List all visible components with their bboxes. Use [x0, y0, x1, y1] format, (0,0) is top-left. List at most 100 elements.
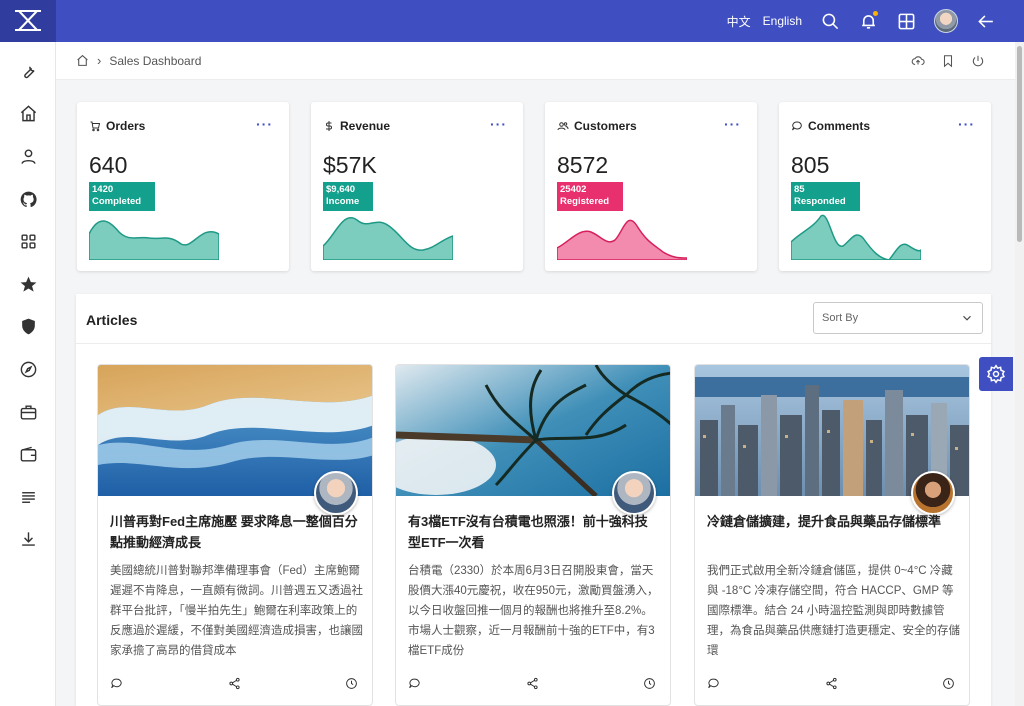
share-icon[interactable]	[825, 677, 838, 690]
chevron-right-icon: ›	[97, 53, 102, 68]
wallet-icon	[20, 446, 36, 462]
comment-icon	[792, 121, 802, 131]
sidebar-item-favorites[interactable]	[0, 263, 56, 306]
stat-card-comments: Comments ··· 805 85 Responded	[779, 102, 991, 271]
scrollbar-thumb[interactable]	[1017, 46, 1022, 242]
stat-badge: 85 Responded	[791, 182, 860, 211]
bookmark-icon[interactable]	[941, 54, 955, 68]
more-options-icon[interactable]: ···	[724, 116, 741, 132]
clock-icon[interactable]	[643, 677, 656, 690]
cart-icon	[90, 121, 101, 132]
stat-value: 640	[89, 152, 128, 178]
author-avatar[interactable]	[612, 471, 656, 515]
sparkline-chart	[89, 220, 219, 260]
article-excerpt: 美國總統川普對聯邦準備理事會（Fed）主席鮑爾遲遲不肯降息，一直頗有微詞。川普週…	[110, 565, 363, 657]
comment-icon[interactable]	[707, 677, 720, 690]
sidebar-item-apps[interactable]	[0, 220, 56, 263]
badge-label: Responded	[794, 196, 846, 207]
stat-card-customers: Customers ··· 8572 25402 Registered	[545, 102, 757, 271]
badge-label: Completed	[92, 196, 142, 207]
more-options-icon[interactable]: ···	[958, 116, 975, 132]
article-title[interactable]: 川普再對Fed主席施壓 要求降息一整個百分點推動經濟成長	[110, 511, 360, 553]
sidebar-item-github[interactable]	[0, 178, 56, 221]
gear-icon	[987, 364, 1005, 384]
sidebar-item-explore[interactable]	[0, 348, 56, 391]
stat-label: Revenue	[340, 119, 391, 133]
search-icon[interactable]	[820, 11, 840, 31]
more-options-icon[interactable]: ···	[490, 116, 507, 132]
article-title[interactable]: 冷鏈倉儲擴建，提升食品與藥品存儲標準	[707, 511, 957, 532]
star-icon	[20, 276, 36, 292]
logo[interactable]	[0, 0, 56, 42]
home-icon[interactable]	[76, 54, 89, 67]
comment-icon[interactable]	[110, 677, 123, 690]
article-title[interactable]: 有3檔ETF沒有台積電也照漲！前十強科技型ETF一次看	[408, 511, 658, 553]
language-zh[interactable]: 中文	[727, 13, 751, 30]
sidebar-item-wallet[interactable]	[0, 433, 56, 476]
badge-label: Income	[326, 196, 360, 207]
more-options-icon[interactable]: ···	[256, 116, 273, 132]
article-excerpt: 台積電（2330）於本周6月3日召開股東會，當天股價大漲40元慶祝，收在950元…	[408, 565, 659, 657]
badge-value: $9,640	[326, 184, 356, 195]
cloud-upload-icon[interactable]	[911, 54, 925, 68]
logo-icon	[15, 10, 41, 31]
user-avatar[interactable]	[934, 9, 958, 33]
stat-badge: $9,640 Income	[323, 182, 374, 211]
github-icon	[20, 191, 37, 207]
sparkline-chart	[323, 217, 453, 260]
clock-icon[interactable]	[345, 677, 358, 690]
sort-select[interactable]: Sort By	[813, 302, 983, 334]
home-icon	[20, 105, 36, 122]
sidebar	[0, 42, 56, 706]
articles-panel: Articles Sort By 川普再對Fed主席施壓 要求降息一整個百分點推…	[76, 294, 991, 706]
notification-bell-icon[interactable]	[858, 11, 878, 31]
list-icon	[21, 491, 35, 503]
sidebar-item-briefcase[interactable]	[0, 391, 56, 434]
language-en[interactable]: English	[763, 14, 802, 28]
author-avatar[interactable]	[314, 471, 358, 515]
sidebar-item-home[interactable]	[0, 93, 56, 136]
stat-card-orders: Orders ··· 640 1420 Completed	[77, 102, 289, 271]
compass-icon	[20, 361, 36, 378]
top-bar: 中文 English	[0, 0, 1024, 42]
article-excerpt: 我們正式啟用全新冷鏈倉儲區，提供 0~4°C 冷藏與 -18°C 冷凍存儲空間，…	[707, 565, 960, 657]
clock-icon[interactable]	[942, 677, 955, 690]
stat-card-revenue: Revenue ··· $57K $9,640 Income	[311, 102, 523, 271]
chevron-down-icon	[963, 315, 971, 321]
share-icon[interactable]	[526, 677, 539, 690]
stat-label: Comments	[808, 119, 871, 133]
sidebar-item-user[interactable]	[0, 135, 56, 178]
articles-title: Articles	[86, 312, 138, 328]
sidebar-item-tools[interactable]	[0, 50, 56, 93]
badge-value: 1420	[92, 184, 114, 195]
sidebar-item-security[interactable]	[0, 306, 56, 349]
grid-icon	[20, 234, 36, 249]
grid-apps-icon[interactable]	[896, 11, 916, 31]
settings-button[interactable]	[979, 357, 1013, 391]
sidebar-item-download[interactable]	[0, 519, 56, 562]
power-icon[interactable]	[971, 54, 985, 68]
sidebar-item-list[interactable]	[0, 476, 56, 519]
comment-icon[interactable]	[408, 677, 421, 690]
user-icon	[20, 149, 36, 164]
article-card[interactable]: 川普再對Fed主席施壓 要求降息一整個百分點推動經濟成長 美國總統川普對聯邦準備…	[97, 364, 373, 706]
notification-dot	[873, 11, 878, 16]
badge-value: 25402	[560, 184, 587, 195]
badge-value: 85	[794, 184, 805, 195]
article-card[interactable]: 冷鏈倉儲擴建，提升食品與藥品存儲標準 我們正式啟用全新冷鏈倉儲區，提供 0~4°…	[694, 364, 970, 706]
breadcrumb: › Sales Dashboard	[56, 42, 1015, 80]
badge-label: Registered	[560, 196, 610, 207]
author-avatar[interactable]	[911, 471, 955, 515]
article-card[interactable]: 有3檔ETF沒有台積電也照漲！前十強科技型ETF一次看 台積電（2330）於本周…	[395, 364, 671, 706]
stat-value: 8572	[557, 152, 609, 178]
stat-value: $57K	[323, 152, 377, 178]
scrollbar[interactable]	[1015, 42, 1024, 706]
stat-value: 805	[791, 152, 830, 178]
sort-placeholder: Sort By	[822, 312, 859, 324]
arrow-left-icon[interactable]	[976, 11, 996, 31]
briefcase-icon	[20, 405, 36, 420]
stat-badge: 1420 Completed	[89, 182, 156, 211]
stat-label: Customers	[574, 119, 637, 133]
share-icon[interactable]	[228, 677, 241, 690]
wrench-icon	[23, 66, 35, 79]
